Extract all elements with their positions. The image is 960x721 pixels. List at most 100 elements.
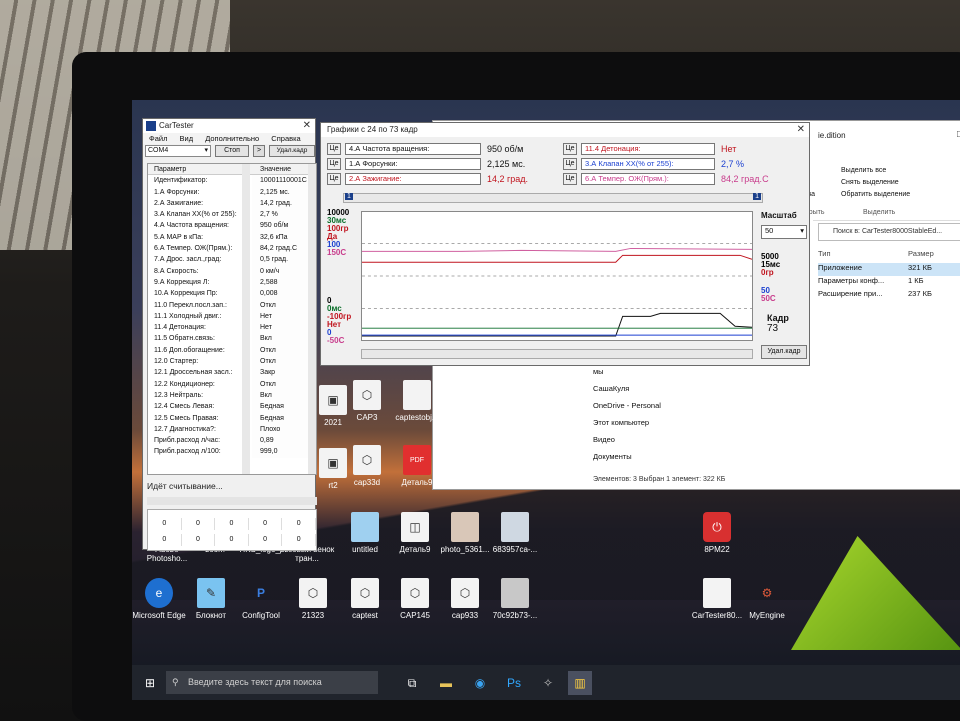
param-select-1[interactable]: 4.А Частота вращения: — [345, 143, 481, 155]
nav-item[interactable]: Видео — [593, 431, 661, 448]
param-value: Плохо — [252, 423, 308, 436]
param-scrollbar[interactable] — [242, 164, 250, 474]
desktop-icon[interactable]: ⚙ MyEngine — [736, 578, 798, 620]
color-button[interactable]: Це — [327, 173, 341, 185]
table-row[interactable]: 11.6 Доп.обогащение: Откл — [148, 344, 316, 357]
column-value[interactable]: Значение — [252, 164, 308, 175]
clear-frame-button[interactable]: Удал.кадр — [269, 145, 315, 157]
color-button[interactable]: Це — [327, 143, 341, 155]
param-name: Прибл.расход л/100: — [154, 448, 221, 456]
cartester-window[interactable]: CarTester ✕ Файл Вид Дополнительно Справ… — [142, 118, 317, 551]
param-value: Нет — [252, 310, 308, 323]
nav-item[interactable]: OneDrive - Personal — [593, 397, 661, 414]
table-row[interactable]: 12.7 Диагностика?: Плохо — [148, 423, 316, 436]
close-icon[interactable]: ✕ — [303, 119, 311, 133]
cartester-titlebar[interactable]: CarTester ✕ — [143, 119, 315, 133]
photoshop-icon[interactable]: Ps — [502, 671, 526, 695]
plot-scrollbar[interactable] — [361, 349, 753, 359]
close-icon[interactable]: ✕ — [797, 123, 805, 137]
color-button[interactable]: Це — [563, 173, 577, 185]
table-row[interactable]: 12.5 Смесь Правая: Бедная — [148, 412, 316, 424]
table-row[interactable]: 6.А Темпер. ОЖ(Прям.): 84,2 град.С — [148, 243, 316, 255]
table-row[interactable]: 11.4 Детонация: Нет — [148, 322, 316, 334]
param-value: 0,89 — [252, 435, 308, 447]
table-row[interactable]: 12.4 Смесь Левая: Бедная — [148, 401, 316, 413]
desktop-icon[interactable]: PDF Деталь9 — [386, 445, 448, 487]
table-row[interactable]: 8.А Скорость: 0 км/ч — [148, 265, 316, 277]
clear-frame-button[interactable]: Удал.кадр — [761, 345, 807, 359]
frame-slider[interactable]: 1 1 — [343, 193, 763, 203]
slider-right-thumb[interactable]: 1 — [753, 193, 761, 200]
nav-item[interactable]: Этот компьютер — [593, 414, 661, 431]
param-select-5[interactable]: 3.А Клапан ХХ(% от 255): — [581, 158, 715, 170]
column-parameter[interactable]: Параметр — [148, 164, 252, 174]
table-row[interactable]: 4.А Частота вращения: 950 об/м — [148, 220, 316, 232]
value-scrollbar[interactable] — [308, 164, 316, 474]
select-all-button[interactable]: Выделить все — [841, 167, 886, 174]
column-type[interactable]: Тип — [818, 249, 908, 263]
scale-select[interactable]: 50 ▾ — [761, 225, 807, 239]
cartester-taskbar-icon[interactable]: ▥ — [568, 671, 592, 695]
menu-file[interactable]: Файл — [149, 134, 167, 143]
port-select[interactable]: COM4 ▾ — [145, 145, 211, 157]
taskbar-search-input[interactable]: ⚲ Введите здесь текст для поиска — [166, 671, 378, 694]
edge-taskbar-icon[interactable]: ◉ — [468, 671, 492, 695]
explorer-icon[interactable]: ▬ — [434, 671, 458, 695]
windows-start-icon[interactable]: ⊞ — [138, 671, 162, 695]
table-row[interactable]: 12.2 Кондиционер: Откл — [148, 378, 316, 390]
table-row[interactable]: 7.А Дрос. засл.,град: 0,5 град. — [148, 254, 316, 266]
table-row[interactable]: 5.А MAP в кПа: 32,6 кПа — [148, 231, 316, 244]
table-row[interactable]: 11.0 Перекл.посл.зап.: Откл — [148, 299, 316, 311]
file-row[interactable]: Приложение 321 КБ — [818, 263, 960, 276]
table-row[interactable]: 10.А Коррекция Пр: 0,008 — [148, 288, 316, 300]
color-button[interactable]: Це — [327, 158, 341, 170]
table-row[interactable]: Идентификатор: 10001110001C — [148, 175, 316, 187]
slider-left-thumb[interactable]: 1 — [345, 193, 353, 200]
param-select-4[interactable]: 11.4 Детонация: — [581, 143, 715, 155]
param-select-3[interactable]: 2.А Зажигание: — [345, 173, 481, 185]
explorer-search-input[interactable]: Поиск в: CarTester8000StableEd... — [818, 223, 960, 241]
file-row[interactable]: Параметры конф... 1 КБ — [818, 276, 960, 289]
param-select-2[interactable]: 1.А Форсунки: — [345, 158, 481, 170]
desktop-icon[interactable]: captestobj... — [386, 380, 448, 422]
invert-selection-button[interactable]: Обратить выделение — [841, 191, 910, 198]
graphs-window[interactable]: Графики с 24 по 73 кадр ✕ Це 4.А Частота… — [320, 122, 810, 366]
desktop-icon[interactable]: 70c92b73-... — [484, 578, 546, 620]
table-row[interactable]: 12.1 Дроссельная засл.: Закр — [148, 367, 316, 379]
pdf-icon: PDF — [403, 445, 431, 475]
cube-file-icon: ⬡ — [299, 578, 327, 608]
nav-item[interactable]: СашаКуля — [593, 380, 661, 397]
nav-item[interactable]: Документы — [593, 448, 661, 465]
table-row[interactable]: 11.5 Обратн.связь: Вкл — [148, 333, 316, 345]
table-row[interactable]: 9.А Коррекция Л: 2,588 — [148, 276, 316, 289]
table-row[interactable]: 1.А Форсунки: 2,125 мс. — [148, 186, 316, 198]
clear-selection-button[interactable]: Снять выделение — [841, 179, 899, 186]
menu-help[interactable]: Справка — [271, 134, 300, 143]
table-row[interactable]: 2.А Зажигание: 14,2 град. — [148, 197, 316, 210]
file-icon — [703, 578, 731, 608]
column-size[interactable]: Размер — [908, 249, 934, 263]
menu-extra[interactable]: Дополнительно — [205, 134, 259, 143]
param-select-6[interactable]: 6.А Темпер. ОЖ(Прям.): — [581, 173, 715, 185]
task-view-icon[interactable]: ⧉ — [400, 671, 424, 695]
param-value-6: 84,2 град.С — [721, 174, 769, 184]
param-name: Прибл.расход л/час: — [154, 437, 221, 445]
table-row[interactable]: 3.А Клапан ХХ(% от 255): 2,7 % — [148, 209, 316, 221]
table-row[interactable]: Прибл.расход л/100: 999,0 — [148, 446, 316, 458]
table-row[interactable]: Прибл.расход л/час: 0,89 — [148, 435, 316, 447]
status-scrollbar[interactable] — [147, 497, 317, 505]
stop-button[interactable]: Стоп — [215, 145, 249, 157]
next-button[interactable]: > — [253, 145, 265, 157]
graphs-titlebar[interactable]: Графики с 24 по 73 кадр ✕ — [321, 123, 809, 137]
desktop-icon[interactable]: 683957ca-... — [484, 512, 546, 554]
desktop-icon[interactable]: ⏻ 8PM22 — [686, 512, 748, 554]
app-icon[interactable]: ✧ — [536, 671, 560, 695]
table-row[interactable]: 12.3 Нейтраль: Вкл — [148, 389, 316, 402]
table-row[interactable]: 12.0 Стартер: Откл — [148, 356, 316, 368]
table-row[interactable]: 11.1 Холодный двиг.: Нет — [148, 310, 316, 323]
color-button[interactable]: Це — [563, 143, 577, 155]
file-row[interactable]: Расширение при... 237 КБ — [818, 289, 960, 302]
param-name: 11.1 Холодный двиг.: — [154, 312, 222, 320]
menu-view[interactable]: Вид — [180, 134, 194, 143]
color-button[interactable]: Це — [563, 158, 577, 170]
